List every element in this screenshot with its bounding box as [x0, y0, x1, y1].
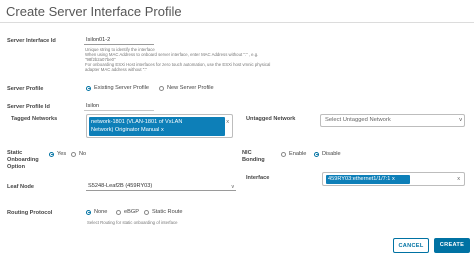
server-profile-id-label: Server Profile Id: [7, 104, 50, 110]
radio-new-server-profile[interactable]: New Server Profile: [159, 85, 214, 91]
interface-multiselect[interactable]: 459RY03:ethernet1/1/7:1 x x: [322, 172, 465, 186]
radio-unselected-icon: [281, 151, 286, 157]
radio-selected-icon: [86, 209, 91, 215]
server-interface-id-help: Unique string to identify the interface …: [85, 47, 271, 73]
clear-icon[interactable]: x: [457, 176, 460, 182]
radio-selected-icon: [314, 151, 319, 157]
untagged-network-select[interactable]: Select Untagged Network v: [320, 114, 465, 127]
server-interface-id-input[interactable]: Isilon01-2: [84, 35, 154, 45]
radio-existing-server-profile[interactable]: Existing Server Profile: [86, 85, 149, 91]
routing-protocol-label: Routing Protocol: [7, 210, 53, 216]
interface-label: Interface: [246, 175, 270, 181]
static-onboarding-label: Static Onboarding Option: [7, 150, 39, 170]
chevron-down-icon: v: [459, 117, 462, 123]
leaf-node-label: Leaf Node: [7, 184, 35, 190]
server-profile-label: Server Profile: [7, 86, 44, 92]
radio-bonding-disable[interactable]: Disable: [314, 151, 341, 157]
interface-chip: 459RY03:ethernet1/1/7:1 x: [326, 175, 410, 184]
radio-selected-icon: [86, 85, 91, 91]
dialog-title: Create Server Interface Profile: [6, 4, 182, 19]
tagged-networks-multiselect[interactable]: network-1801 (VLAN-1801 of VxLAN Network…: [86, 114, 233, 138]
tagged-networks-label: Tagged Networks: [11, 116, 58, 122]
radio-static-no[interactable]: No: [71, 151, 86, 157]
radio-routing-ebgp[interactable]: eBGP: [116, 209, 139, 215]
chip-remove-icon[interactable]: x: [392, 176, 395, 182]
nic-bonding-label: NIC Bonding: [242, 150, 265, 163]
header-divider: [0, 22, 474, 23]
routing-protocol-help: Select Routing for static onboarding of …: [87, 220, 178, 225]
radio-bonding-enable[interactable]: Enable: [281, 151, 306, 157]
radio-unselected-icon: [159, 85, 164, 91]
radio-unselected-icon: [116, 209, 121, 215]
chevron-down-icon: v: [231, 184, 235, 190]
untagged-network-label: Untagged Network: [246, 116, 296, 122]
radio-selected-icon: [49, 151, 54, 157]
radio-routing-static-route[interactable]: Static Route: [144, 209, 182, 215]
server-profile-id-input[interactable]: Isilon: [84, 101, 154, 111]
cancel-button[interactable]: CANCEL: [393, 238, 429, 253]
radio-static-yes[interactable]: Yes: [49, 151, 66, 157]
tagged-network-chip: network-1801 (VLAN-1801 of VxLAN Network…: [89, 117, 225, 136]
leaf-node-select[interactable]: S5248-Leaf2B (459RY03) v: [86, 181, 236, 191]
radio-unselected-icon: [144, 209, 149, 215]
clear-icon[interactable]: x: [226, 119, 229, 125]
create-button[interactable]: CREATE: [434, 238, 470, 253]
chip-remove-icon[interactable]: x: [161, 127, 164, 133]
radio-routing-none[interactable]: None: [86, 209, 107, 215]
radio-unselected-icon: [71, 151, 76, 157]
server-interface-id-label: Server Interface Id: [7, 38, 56, 44]
